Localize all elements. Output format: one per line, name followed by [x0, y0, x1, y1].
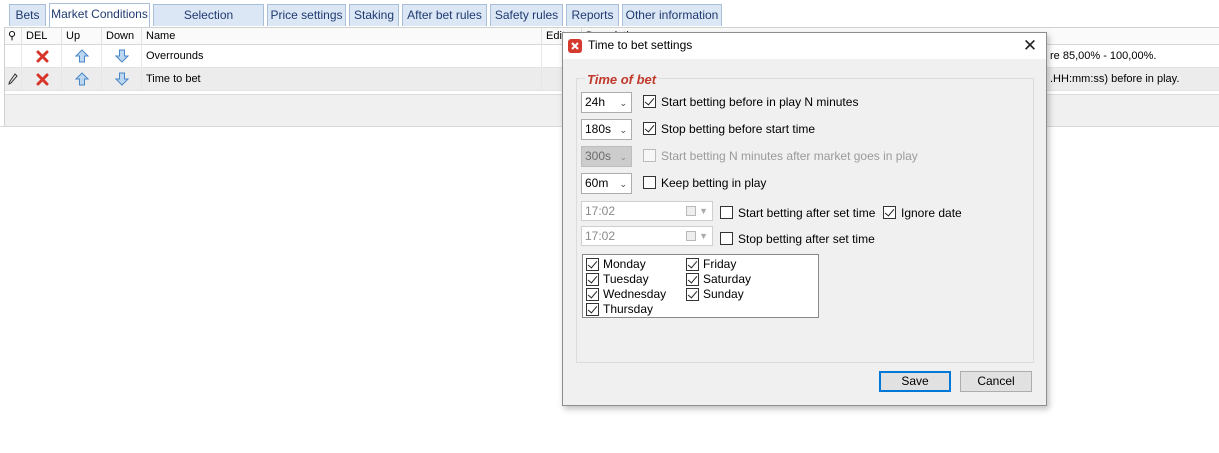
stop-before-select[interactable]: 180s ⌄ — [581, 119, 632, 140]
select-value: 60m — [585, 176, 609, 190]
tab-price-settings[interactable]: Price settings — [267, 4, 346, 26]
header-name: Name — [142, 28, 542, 45]
dialog-title: Time to bet settings — [588, 38, 693, 52]
stop-before-label: Stop betting before start time — [661, 122, 816, 136]
saturday-checkbox[interactable] — [686, 273, 699, 286]
stop-time-value: 17:02 — [585, 229, 616, 243]
arrow-up-icon[interactable] — [75, 72, 89, 86]
delete-icon[interactable] — [36, 73, 49, 86]
chevron-down-icon: ⌄ — [619, 125, 627, 135]
saturday-label: Saturday — [703, 272, 752, 286]
chevron-down-icon: ⌄ — [619, 179, 627, 189]
keep-inplay-label: Keep betting in play — [661, 176, 767, 190]
start-time-checkbox[interactable] — [720, 206, 733, 219]
tab-strip: Bets Market Conditions Selection Conditi… — [0, 0, 1219, 42]
save-button[interactable]: Save — [879, 371, 951, 392]
select-value: 300s — [585, 149, 612, 163]
chevron-down-icon: ⌄ — [619, 98, 627, 108]
move-up-cell[interactable] — [62, 45, 102, 67]
move-down-cell[interactable] — [102, 45, 142, 67]
keep-inplay-checkbox[interactable] — [643, 176, 656, 189]
header-up: Up — [62, 28, 102, 45]
select-value: 24h — [585, 95, 606, 109]
thursday-checkbox[interactable] — [586, 303, 599, 316]
tuesday-checkbox[interactable] — [586, 273, 599, 286]
start-before-checkbox[interactable] — [643, 95, 656, 108]
app-icon — [568, 39, 582, 53]
start-time-picker[interactable]: 17:02 ▼ — [581, 201, 713, 221]
chevron-down-icon: ⌄ — [619, 152, 627, 162]
calendar-icon[interactable] — [686, 206, 696, 216]
days-list: Monday Tuesday Wednesday Thursday Friday… — [582, 254, 819, 318]
dialog-titlebar[interactable]: Time to bet settings ✕ — [563, 33, 1046, 59]
chevron-down-icon: ▼ — [699, 206, 708, 216]
row-indicator — [5, 45, 22, 67]
time-to-bet-dialog: Time to bet settings ✕ Time of bet 24h ⌄ … — [562, 32, 1047, 406]
pin-header-icon: ⚲ — [5, 28, 22, 45]
move-up-cell[interactable] — [62, 68, 102, 90]
header-down: Down — [102, 28, 142, 45]
arrow-up-icon[interactable] — [75, 49, 89, 63]
tab-bets[interactable]: Bets — [9, 4, 46, 26]
row-name: Time to bet — [142, 68, 542, 90]
tab-after-bet-rules[interactable]: After bet rules — [402, 4, 487, 26]
move-down-cell[interactable] — [102, 68, 142, 90]
select-value: 180s — [585, 122, 612, 136]
stop-time-picker[interactable]: 17:02 ▼ — [581, 226, 713, 246]
close-icon[interactable]: ✕ — [1018, 36, 1042, 56]
ignore-date-checkbox[interactable] — [883, 206, 896, 219]
row-name: Overrounds — [142, 45, 542, 67]
start-after-inplay-label: Start betting N minutes after market goe… — [661, 149, 918, 163]
tab-reports[interactable]: Reports — [566, 4, 619, 26]
sunday-label: Sunday — [703, 287, 744, 301]
start-time-value: 17:02 — [585, 204, 616, 218]
tab-market-conditions[interactable]: Market Conditions — [49, 3, 150, 27]
group-title: Time of bet — [585, 72, 659, 87]
friday-checkbox[interactable] — [686, 258, 699, 271]
keep-inplay-select[interactable]: 60m ⌄ — [581, 173, 632, 194]
header-del: DEL — [22, 28, 62, 45]
start-before-select[interactable]: 24h ⌄ — [581, 92, 632, 113]
edit-pencil-icon — [5, 68, 22, 90]
tuesday-label: Tuesday — [603, 272, 649, 286]
cancel-button[interactable]: Cancel — [960, 371, 1032, 392]
calendar-icon[interactable] — [686, 231, 696, 241]
sunday-checkbox[interactable] — [686, 288, 699, 301]
stop-before-checkbox[interactable] — [643, 122, 656, 135]
delete-icon[interactable] — [36, 50, 49, 63]
tab-staking[interactable]: Staking — [349, 4, 399, 26]
start-after-inplay-checkbox — [643, 149, 656, 162]
wednesday-checkbox[interactable] — [586, 288, 599, 301]
tab-other-information[interactable]: Other information — [622, 4, 722, 26]
monday-label: Monday — [603, 257, 646, 271]
monday-checkbox[interactable] — [586, 258, 599, 271]
tab-safety-rules[interactable]: Safety rules — [490, 4, 563, 26]
stop-time-label: Stop betting after set time — [738, 232, 875, 246]
stop-time-checkbox[interactable] — [720, 232, 733, 245]
wednesday-label: Wednesday — [603, 287, 667, 301]
arrow-down-icon[interactable] — [115, 72, 129, 86]
thursday-label: Thursday — [603, 302, 654, 316]
delete-cell[interactable] — [22, 68, 62, 90]
tab-selection-conditions[interactable]: Selection Conditions — [153, 4, 264, 42]
delete-cell[interactable] — [22, 45, 62, 67]
arrow-down-icon[interactable] — [115, 49, 129, 63]
start-time-label: Start betting after set time — [738, 206, 876, 220]
ignore-date-label: Ignore date — [901, 206, 962, 220]
start-before-label: Start betting before in play N minutes — [661, 95, 859, 109]
start-after-inplay-select: 300s ⌄ — [581, 146, 632, 167]
friday-label: Friday — [703, 257, 737, 271]
chevron-down-icon: ▼ — [699, 231, 708, 241]
